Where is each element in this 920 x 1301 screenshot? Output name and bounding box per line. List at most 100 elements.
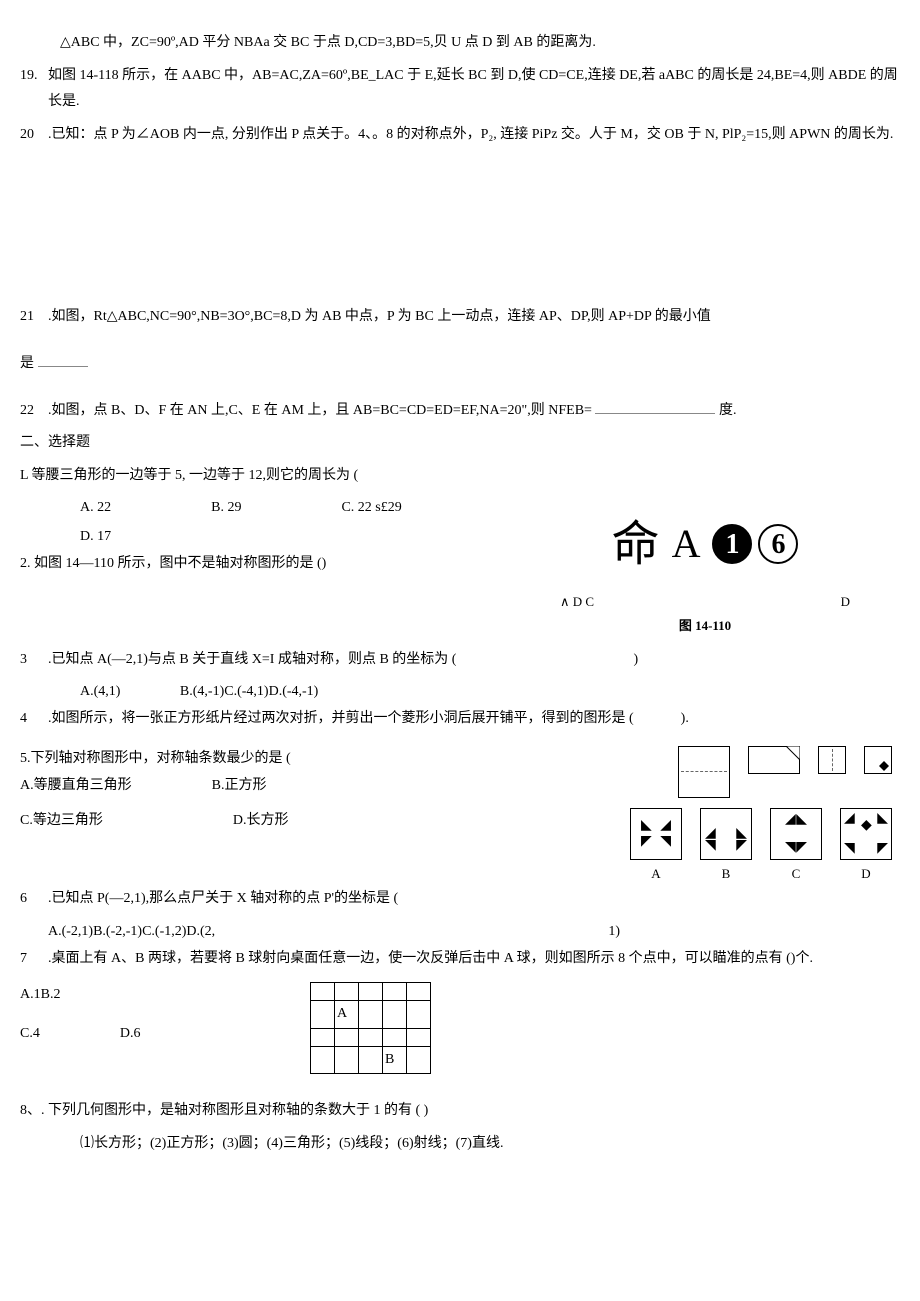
q21: 21 .如图，Rt△ABC,NC=90°,NB=3O°,BC=8,D 为 AB …	[20, 304, 900, 331]
mc-q5-A: A.等腰直角三角形	[20, 773, 132, 800]
label-D: D	[861, 862, 870, 887]
mc-q7-num: 7	[20, 946, 27, 973]
blank	[595, 400, 715, 414]
fig-circle-6: 6	[758, 524, 798, 564]
q20: 20 .已知：点 P 为∠AOB 内一点, 分别作出 P 点关于。4、。8 的对…	[20, 122, 900, 149]
q19: 19. 如图 14-118 所示，在 AABC 中，AB=AC,ZA=60º,B…	[20, 63, 900, 116]
mc-q7-AB: A.1B.2	[20, 982, 260, 1009]
result-A: ◣◢ ◤◥ A	[630, 808, 682, 887]
result-D: ◢◣ ◥◤ ◆ D	[840, 808, 892, 887]
q19-body: 如图 14-118 所示，在 AABC 中，AB=AC,ZA=60º,BE_LA…	[48, 63, 900, 116]
fold-step4	[864, 746, 892, 802]
mc-q1-D: D. 17	[80, 524, 111, 551]
q21-text: .如图，Rt△ABC,NC=90°,NB=3O°,BC=8,D 为 AB 中点，…	[48, 309, 711, 324]
q20-num: 20	[20, 122, 34, 149]
billiard-grid: A B	[310, 982, 431, 1074]
q22: 22 .如图，点 B、D、F 在 AN 上,C、E 在 AM 上，且 AB=BC…	[20, 398, 900, 425]
label-B: B	[722, 862, 731, 887]
fold-step1	[678, 746, 730, 802]
q22-body: .如图，点 B、D、F 在 AN 上,C、E 在 AM 上，且 AB=BC=CD…	[48, 398, 900, 425]
q21-tail-text: 是	[20, 356, 38, 371]
mc-q5-row1: A.等腰直角三角形 B.正方形	[20, 773, 520, 800]
q21-body: .如图，Rt△ABC,NC=90°,NB=3O°,BC=8,D 为 AB 中点，…	[48, 304, 900, 331]
mc-q6-stem: .已知点 P(—2,1),那么点尸关于 X 轴对称的点 P'的坐标是 (	[48, 891, 398, 906]
q22-text: .如图，点 B、D、F 在 AN 上,C、E 在 AM 上，且 AB=BC=CD…	[48, 403, 595, 418]
fig-row2-left: ∧ D C	[560, 590, 594, 615]
mc-q5-C: C.等边三角形	[20, 808, 103, 835]
fig-row2-right: D	[841, 590, 850, 615]
mc-q1-C: C. 22 s£29	[341, 495, 401, 522]
mc-q5-D: D.长方形	[233, 808, 289, 835]
mc-q3-opts: A.(4,1) B.(4,-1)C.(-4,1)D.(-4,-1)	[20, 679, 900, 706]
mc-q3-num: 3	[20, 647, 27, 674]
mc-q6-num: 6	[20, 886, 27, 913]
mc-q8-sub-text: ⑴长方形；(2)正方形；(3)圆；(4)三角形；(5)线段；(6)射线；(7)直…	[80, 1136, 503, 1151]
q22-tail: 度.	[715, 403, 736, 418]
mc-q7-stem: .桌面上有 A、B 两球，若要将 B 球射向桌面任意一边，使一次反弹后击中 A …	[48, 951, 813, 966]
spacer	[20, 154, 900, 304]
result-C: ◢◣ ◥◤ C	[770, 808, 822, 887]
fig-hanzi: 命	[612, 499, 660, 590]
mc-q8-sub: ⑴长方形；(2)正方形；(3)圆；(4)三角形；(5)线段；(6)射线；(7)直…	[20, 1131, 900, 1158]
mc-q3-stem: .已知点 A(—2,1)与点 B 关于直线 X=I 成轴对称，则点 B 的坐标为…	[48, 652, 456, 667]
mc-q7-row: A.1B.2 C.4 D.6 A B	[20, 982, 900, 1074]
fig-14-110: 命 A 1 6 ∧ D C D 图 14-110	[550, 499, 860, 640]
q18-text: △ABC 中，ZC=90º,AD 平分 NBAa 交 BC 于点 D,CD=3,…	[60, 35, 596, 50]
mc-q8-stem: 8、. 下列几何图形中，是轴对称图形且对称轴的条数大于 1 的有 ( )	[20, 1103, 428, 1118]
mc-q1-stem: L 等腰三角形的一边等于 5, 一边等于 12,则它的周长为 (	[20, 468, 358, 483]
mc-q4-tail: ).	[681, 711, 689, 726]
fold-top-row	[572, 746, 892, 802]
mc-q3: 3 .已知点 A(—2,1)与点 B 关于直线 X=I 成轴对称，则点 B 的坐…	[20, 647, 900, 674]
q19-num: 19.	[20, 63, 38, 90]
fold-step3	[818, 746, 846, 802]
mc-q7-C: C.4	[20, 1021, 40, 1048]
mc-q5-B: B.正方形	[212, 773, 267, 800]
mc-q6-opts-right: 1)	[608, 919, 620, 946]
mc-q1-B: B. 29	[211, 495, 241, 522]
fig-caption: 图 14-110	[550, 614, 860, 639]
grid-cell-A: A	[335, 1001, 359, 1029]
mc-q5-row2: C.等边三角形 D.长方形	[20, 808, 520, 835]
mc-q3-opts-text: A.(4,1) B.(4,-1)C.(-4,1)D.(-4,-1)	[80, 684, 318, 699]
mc-q2-stem: 2. 如图 14—110 所示，图中不是轴对称图形的是 ()	[20, 556, 326, 571]
mc-q4-num: 4	[20, 706, 27, 733]
fold-step2	[748, 746, 800, 802]
fig-letter-A: A	[672, 506, 701, 582]
mc-q7-D: D.6	[120, 1021, 141, 1048]
mc-q6-opts-left: A.(-2,1)B.(-2,-1)C.(-1,2)D.(2,	[48, 919, 215, 946]
mc-q4: 4 .如图所示，将一张正方形纸片经过两次对折，并剪出一个菱形小洞后展开铺平，得到…	[20, 706, 900, 733]
mc-q5: 5.下列轴对称图形中，对称轴条数最少的是 ( A.等腰直角三角形 B.正方形 C…	[20, 746, 520, 834]
q5-and-fig: 5.下列轴对称图形中，对称轴条数最少的是 ( A.等腰直角三角形 B.正方形 C…	[20, 746, 900, 886]
result-row: ◣◢ ◤◥ A ◢◣ ◥◤ B ◢◣ ◥◤ C	[572, 808, 892, 887]
grid-cell-B: B	[383, 1046, 407, 1074]
label-C: C	[792, 862, 801, 887]
mc-q2: 2. 如图 14—110 所示，图中不是轴对称图形的是 () 命 A 1 6 ∧…	[20, 551, 900, 641]
q21-num: 21	[20, 304, 34, 331]
mc-q6-opts: A.(-2,1)B.(-2,-1)C.(-1,2)D.(2, 1)	[20, 919, 900, 946]
q20-body: .已知：点 P 为∠AOB 内一点, 分别作出 P 点关于。4、。8 的对称点外…	[48, 122, 900, 149]
fold-figure: ◣◢ ◤◥ A ◢◣ ◥◤ B ◢◣ ◥◤ C	[572, 746, 892, 887]
mc-q4-stem: .如图所示，将一张正方形纸片经过两次对折，并剪出一个菱形小洞后展开铺平，得到的图…	[48, 711, 634, 726]
q19-text: 如图 14-118 所示，在 AABC 中，AB=AC,ZA=60º,BE_LA…	[48, 68, 898, 110]
mc-q7-opts: A.1B.2 C.4 D.6	[20, 982, 260, 1047]
q22-num: 22	[20, 398, 34, 425]
mc-q4-body: .如图所示，将一张正方形纸片经过两次对折，并剪出一个菱形小洞后展开铺平，得到的图…	[48, 706, 900, 733]
mc-q7-body: .桌面上有 A、B 两球，若要将 B 球射向桌面任意一边，使一次反弹后击中 A …	[48, 946, 900, 973]
mc-q3-body: .已知点 A(—2,1)与点 B 关于直线 X=I 成轴对称，则点 B 的坐标为…	[48, 647, 900, 674]
label-A: A	[651, 862, 660, 887]
mc-q3-tail: )	[633, 652, 638, 667]
mc-q8: 8、. 下列几何图形中，是轴对称图形且对称轴的条数大于 1 的有 ( )	[20, 1098, 900, 1125]
fig-circle-1: 1	[712, 524, 752, 564]
mc-q5-stem: 5.下列轴对称图形中，对称轴条数最少的是 (	[20, 746, 520, 773]
q21-tail: 是	[20, 351, 900, 378]
section2-heading: 二、选择题	[20, 430, 900, 457]
fig-row1: 命 A 1 6	[550, 499, 860, 590]
result-B: ◢◣ ◥◤ B	[700, 808, 752, 887]
mc-q7-CD: C.4 D.6	[20, 1021, 260, 1048]
mc-q6: 6 .已知点 P(—2,1),那么点尸关于 X 轴对称的点 P'的坐标是 (	[20, 886, 900, 913]
q20-text: .已知：点 P 为∠AOB 内一点, 分别作出 P 点关于。4、。8 的对称点外…	[48, 127, 893, 142]
blank	[38, 353, 88, 367]
fig-row2: ∧ D C D	[550, 590, 860, 615]
mc-q1-A: A. 22	[80, 495, 111, 522]
mc-q6-body: .已知点 P(—2,1),那么点尸关于 X 轴对称的点 P'的坐标是 (	[48, 886, 900, 913]
